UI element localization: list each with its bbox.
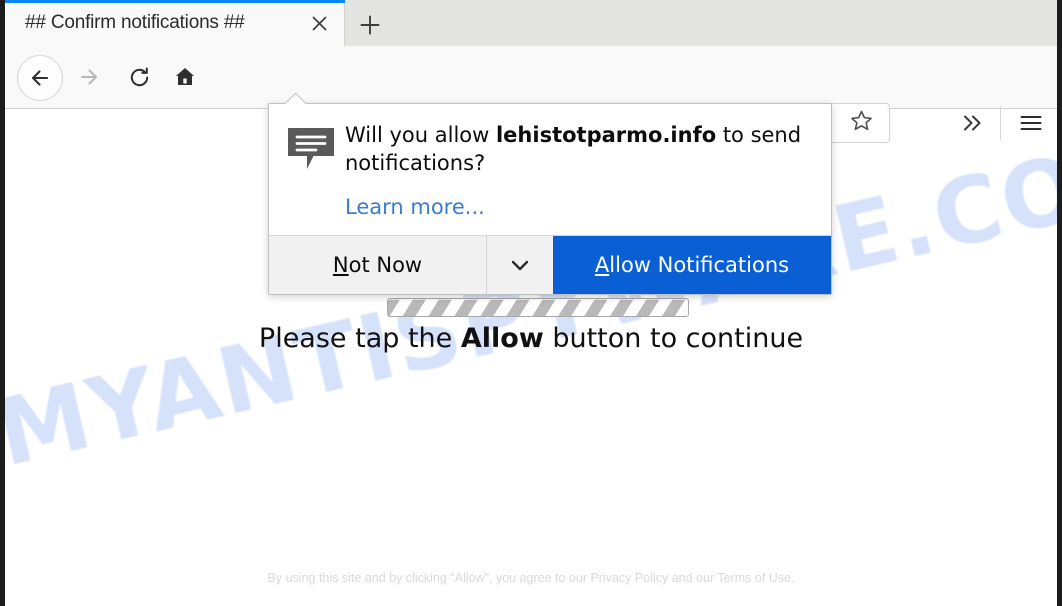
- allow-accesskey: A: [594, 252, 610, 277]
- popup-arrow: [285, 93, 307, 104]
- question-domain: lehistotparmo.info: [495, 123, 717, 147]
- question-prefix: Will you allow: [345, 123, 496, 147]
- loading-progress-bar: [387, 298, 689, 317]
- home-button[interactable]: [166, 58, 204, 96]
- popup-actions: Not Now Allow Notifications: [269, 234, 831, 294]
- speech-bubble-icon: [285, 122, 337, 219]
- tab-title: ## Confirm notifications ##: [25, 12, 245, 33]
- tap-instruction-prefix: Please tap the: [258, 323, 461, 354]
- forward-button: [70, 58, 108, 96]
- popup-body: Will you allow lehistotparmo.info to sen…: [269, 104, 831, 235]
- new-tab-button[interactable]: [348, 5, 392, 45]
- chevron-down-icon[interactable]: [486, 235, 553, 294]
- overflow-chevrons-icon[interactable]: [952, 104, 992, 142]
- navigation-toolbar: https://lehistotparmo.info/XABR?trac: [0, 46, 1062, 143]
- toolbar-separator: [1000, 106, 1001, 140]
- tab-active-indicator: [5, 0, 345, 3]
- bookmark-star-icon[interactable]: [850, 109, 873, 137]
- popup-texts: Will you allow lehistotparmo.info to sen…: [337, 122, 811, 219]
- not-now-accesskey: N: [332, 252, 349, 277]
- not-now-button[interactable]: Not Now: [269, 235, 486, 294]
- allow-notifications-button[interactable]: Allow Notifications: [553, 235, 831, 294]
- tap-instruction-bold: Allow: [460, 323, 544, 354]
- not-now-label: ot Now: [348, 252, 423, 277]
- allow-label: llow Notifications: [609, 252, 790, 277]
- window-edge-right: [1057, 0, 1062, 606]
- browser-tab-active[interactable]: ## Confirm notifications ##: [5, 0, 345, 46]
- window-edge-left: [0, 0, 5, 606]
- tap-instruction-suffix: button to continue: [543, 323, 804, 354]
- permission-question: Will you allow lehistotparmo.info to sen…: [345, 122, 811, 178]
- learn-more-link[interactable]: Learn more...: [345, 195, 811, 219]
- tab-strip: ## Confirm notifications ##: [0, 0, 1062, 46]
- reload-button[interactable]: [120, 58, 158, 96]
- back-button[interactable]: [17, 55, 63, 101]
- footer-disclaimer: By using this site and by clicking "Allo…: [267, 571, 795, 585]
- hamburger-menu-icon[interactable]: [1012, 104, 1050, 142]
- tap-allow-instruction: Please tap the Allow button to continue: [5, 323, 1057, 354]
- browser-window: ## Confirm notifications ## Please tap t…: [0, 0, 1062, 606]
- notification-permission-popup: Will you allow lehistotparmo.info to sen…: [268, 103, 832, 295]
- close-tab-icon[interactable]: [306, 10, 332, 36]
